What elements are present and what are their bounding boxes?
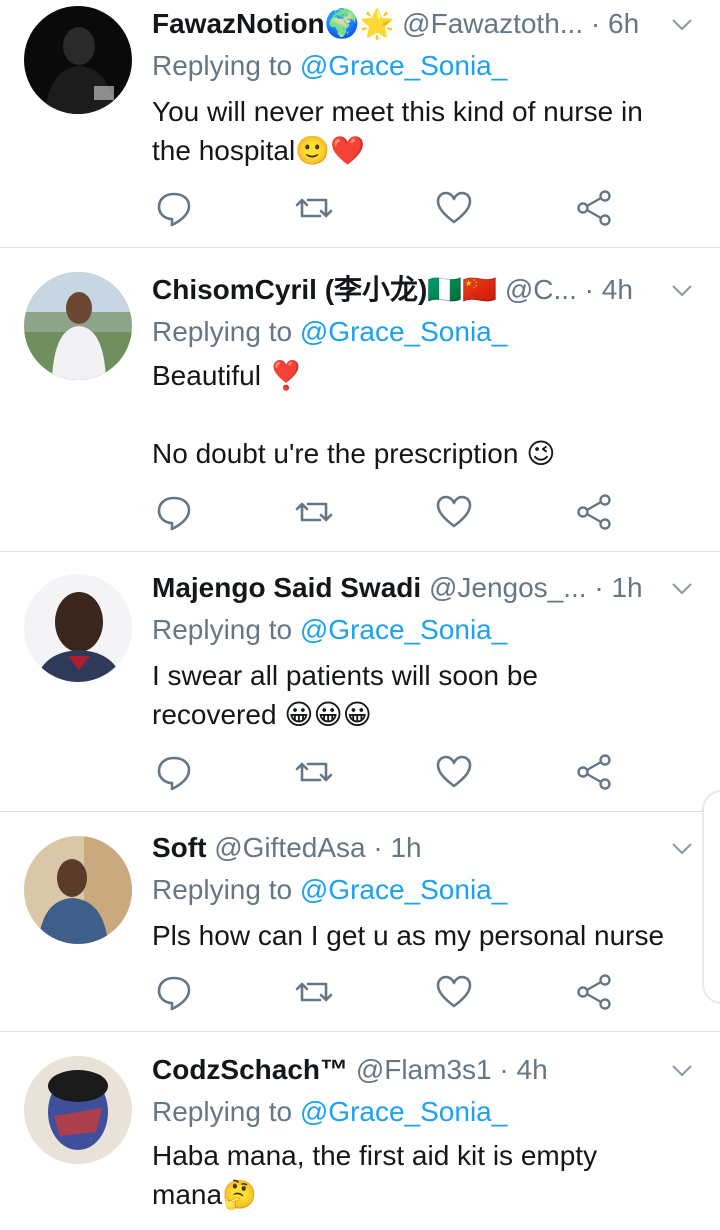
display-name[interactable]: Soft xyxy=(152,832,206,863)
user-handle[interactable]: @Flam3s1 xyxy=(356,1054,492,1085)
display-name[interactable]: CodzSchach™ xyxy=(152,1054,348,1085)
retweet-icon[interactable] xyxy=(294,972,334,1012)
tweet-2[interactable]: ChisomCyril (李小龙)🇳🇬🇨🇳 @C... · 4h Replyin… xyxy=(0,248,720,552)
tweet-header: ChisomCyril (李小龙)🇳🇬🇨🇳 @C... · 4h xyxy=(152,270,660,310)
reply-icon[interactable] xyxy=(154,752,194,792)
reply-icon[interactable] xyxy=(154,188,194,228)
replying-to: Replying to @Grace_Sonia_ xyxy=(152,316,508,347)
reply-icon[interactable] xyxy=(154,492,194,532)
avatar[interactable] xyxy=(24,1056,132,1164)
tweet-5[interactable]: CodzSchach™ @Flam3s1 · 4h Replying to @G… xyxy=(0,1032,720,1230)
share-icon[interactable] xyxy=(574,188,614,228)
tweet-4[interactable]: Soft @GiftedAsa · 1h Replying to @Grace_… xyxy=(0,812,720,1032)
replying-to: Replying to @Grace_Sonia_ xyxy=(152,874,508,905)
timestamp[interactable]: · 6h xyxy=(583,8,639,39)
display-name[interactable]: ChisomCyril (李小龙)🇳🇬🇨🇳 xyxy=(152,274,497,305)
avatar[interactable] xyxy=(24,6,132,114)
chevron-down-icon[interactable] xyxy=(670,278,694,302)
tweet-text: You will never meet this kind of nurse i… xyxy=(152,96,643,166)
replying-to: Replying to @Grace_Sonia_ xyxy=(152,614,508,645)
tweet-text: Haba mana, the first aid kit is empty ma… xyxy=(152,1140,598,1210)
avatar[interactable] xyxy=(24,272,132,380)
share-icon[interactable] xyxy=(574,492,614,532)
mention-link[interactable]: @Grace_Sonia_ xyxy=(300,50,507,81)
tweet-actions xyxy=(152,492,632,532)
tweet-actions xyxy=(152,972,632,1012)
heart-icon[interactable] xyxy=(434,492,474,532)
tweet-text: I swear all patients will soon be recove… xyxy=(152,660,538,730)
tweet-3[interactable]: Majengo Said Swadi @Jengos_... · 1h Repl… xyxy=(0,552,720,812)
tweet-text: Pls how can I get u as my personal nurse xyxy=(152,920,665,951)
tweet-header: Majengo Said Swadi @Jengos_... · 1h xyxy=(152,568,660,608)
share-icon[interactable] xyxy=(574,752,614,792)
tweet-header: Soft @GiftedAsa · 1h xyxy=(152,828,660,868)
tweet-text: Beautiful ❣️ No doubt u're the prescript… xyxy=(152,360,556,469)
chevron-down-icon[interactable] xyxy=(670,12,694,36)
tweet-actions xyxy=(152,188,632,228)
heart-icon[interactable] xyxy=(434,972,474,1012)
display-name[interactable]: FawazNotion🌍🌟 xyxy=(152,8,394,39)
heart-icon[interactable] xyxy=(434,752,474,792)
tweet-actions xyxy=(152,752,632,792)
avatar[interactable] xyxy=(24,574,132,682)
user-handle[interactable]: @GiftedAsa xyxy=(214,832,365,863)
user-handle[interactable]: @Jengos_... xyxy=(429,572,587,603)
tweet-1[interactable]: FawazNotion🌍🌟 @Fawaztoth... · 6h Replyin… xyxy=(0,0,720,248)
mention-link[interactable]: @Grace_Sonia_ xyxy=(300,1096,507,1127)
replying-to: Replying to @Grace_Sonia_ xyxy=(152,1096,508,1127)
chevron-down-icon[interactable] xyxy=(670,1058,694,1082)
reply-icon[interactable] xyxy=(154,972,194,1012)
chevron-down-icon[interactable] xyxy=(670,836,694,860)
share-icon[interactable] xyxy=(574,972,614,1012)
user-handle[interactable]: @C... xyxy=(505,274,577,305)
tweet-header: CodzSchach™ @Flam3s1 · 4h xyxy=(152,1050,660,1090)
mention-link[interactable]: @Grace_Sonia_ xyxy=(300,316,507,347)
timestamp[interactable]: · 4h xyxy=(492,1054,547,1085)
chevron-down-icon[interactable] xyxy=(670,576,694,600)
mention-link[interactable]: @Grace_Sonia_ xyxy=(300,614,507,645)
timestamp[interactable]: · 1h xyxy=(366,832,421,863)
retweet-icon[interactable] xyxy=(294,752,334,792)
tweet-header: FawazNotion🌍🌟 @Fawaztoth... · 6h xyxy=(152,4,660,44)
timestamp[interactable]: · 4h xyxy=(577,274,633,305)
replying-to: Replying to @Grace_Sonia_ xyxy=(152,50,508,81)
scroll-indicator[interactable] xyxy=(702,790,720,1004)
retweet-icon[interactable] xyxy=(294,492,334,532)
display-name[interactable]: Majengo Said Swadi xyxy=(152,572,421,603)
timestamp[interactable]: · 1h xyxy=(587,572,642,603)
retweet-icon[interactable] xyxy=(294,188,334,228)
avatar[interactable] xyxy=(24,836,132,944)
user-handle[interactable]: @Fawaztoth... xyxy=(402,8,583,39)
heart-icon[interactable] xyxy=(434,188,474,228)
mention-link[interactable]: @Grace_Sonia_ xyxy=(300,874,507,905)
